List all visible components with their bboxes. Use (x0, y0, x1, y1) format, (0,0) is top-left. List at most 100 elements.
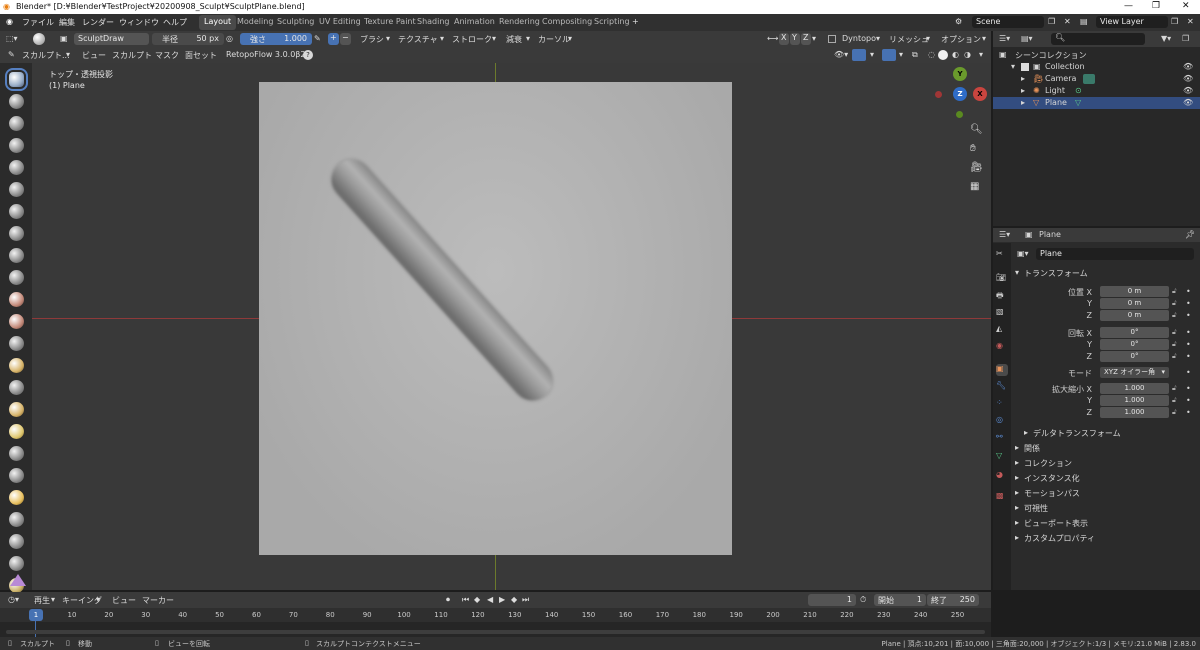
keyframe-dot[interactable]: • (1186, 396, 1191, 405)
view-layer-icon[interactable]: ▤ (1080, 17, 1088, 26)
menu-timeline-view[interactable]: ビュー (112, 595, 136, 606)
camera-view-icon[interactable]: 🎥︎ (970, 162, 983, 173)
location-x-field[interactable]: 0 m (1100, 286, 1169, 297)
lock-icon[interactable]: 🔓︎ (1172, 352, 1177, 361)
rotation-mode-select[interactable]: XYZ オイラー角 ▾ (1100, 367, 1169, 378)
gizmo-y-axis[interactable]: Y (953, 67, 967, 81)
datablock-icon[interactable]: ▣▾ (1017, 249, 1029, 258)
symmetry-icon[interactable]: ⟷ (767, 34, 778, 43)
tab-sculpting[interactable]: Sculpting (272, 15, 319, 30)
object-tab-icon[interactable]: ▣ (996, 364, 1008, 376)
gizmo-toggle-icon[interactable] (852, 49, 866, 61)
brush-name-field[interactable]: SculptDraw (74, 33, 149, 45)
modifier-tab-icon[interactable]: 🔧︎ (996, 381, 1008, 393)
eye-icon[interactable]: 👁︎ (1183, 62, 1193, 71)
instancing-section[interactable]: インスタンス化 (1024, 473, 1080, 484)
close-icon[interactable]: ✕ (1182, 1, 1190, 11)
keyframe-dot[interactable]: • (1186, 384, 1191, 393)
tool-grab-icon[interactable] (9, 402, 24, 417)
expand-icon[interactable]: ▸ (1015, 488, 1019, 497)
menu-brush[interactable]: ブラシ (360, 34, 384, 45)
prev-key-icon[interactable]: ◆ (474, 595, 480, 604)
menu-stroke[interactable]: ストローク (452, 34, 492, 45)
new-collection-icon[interactable]: ❐ (1182, 34, 1189, 43)
relations-section[interactable]: 関係 (1024, 443, 1040, 454)
menu-sculpt[interactable]: スカルプト (112, 50, 152, 61)
tool-crease-icon[interactable] (9, 248, 24, 263)
eye-icon[interactable]: 👁︎ (1183, 86, 1193, 95)
remesh-menu[interactable]: リメッシュ (889, 34, 929, 45)
pressure-icon[interactable]: ✎ (314, 34, 321, 43)
tool-clay-icon[interactable] (9, 116, 24, 131)
checkbox-icon[interactable] (1021, 63, 1029, 71)
lock-icon[interactable]: 🔓︎ (1172, 396, 1177, 405)
tool-pose-icon[interactable] (9, 490, 24, 505)
scene-tab-icon[interactable]: ◭ (996, 324, 1008, 336)
wireframe-shading-icon[interactable]: ◌ (928, 50, 935, 59)
delta-expand-icon[interactable]: ▸ (1024, 428, 1028, 437)
timeline-scrollbar[interactable] (6, 630, 985, 634)
pan-icon[interactable]: ✋︎ (970, 143, 976, 154)
lock-icon[interactable]: 🔓︎ (1172, 311, 1177, 320)
expand-icon[interactable]: ▾ (1011, 62, 1015, 71)
clock-icon[interactable]: ⏱ (860, 595, 866, 605)
outliner-editor-icon[interactable]: ☰▾ (999, 34, 1010, 43)
symmetry-dropdown-icon[interactable]: ▾ (812, 34, 816, 43)
output-tab-icon[interactable]: 🖶 (996, 290, 1008, 302)
record-icon[interactable]: ⏺ (446, 595, 450, 605)
keyframe-dot[interactable]: • (1186, 328, 1191, 337)
visibility-section[interactable]: 可視性 (1024, 503, 1048, 514)
outliner-scene-collection[interactable]: ▣ シーンコレクション (993, 49, 1200, 61)
properties-editor-icon[interactable]: ☰▾ (999, 230, 1010, 239)
gizmo-dropdown-icon[interactable]: ▾ (870, 50, 874, 59)
transform-header[interactable]: トランスフォーム (1024, 268, 1088, 279)
rotation-y-field[interactable]: 0° (1100, 339, 1169, 350)
eye-icon[interactable]: 👁︎ (1183, 74, 1193, 83)
overlay-dropdown-icon[interactable]: ▾ (899, 50, 903, 59)
material-shading-icon[interactable]: ◐ (952, 50, 959, 59)
menu-marker[interactable]: マーカー (142, 595, 174, 606)
add-workspace-icon[interactable]: + (632, 17, 639, 26)
direction-add-button[interactable]: + (328, 33, 339, 45)
tab-animation[interactable]: Animation (449, 15, 500, 30)
keyframe-dot[interactable]: • (1186, 352, 1191, 361)
brush-datablock-icon[interactable]: ▣ (60, 34, 68, 43)
blender-menu-icon[interactable]: ◉ (6, 17, 13, 26)
rotation-x-field[interactable]: 0° (1100, 327, 1169, 338)
mirror-x-toggle[interactable]: X (779, 33, 789, 45)
tool-slide-relax-icon[interactable] (9, 556, 24, 571)
tab-uv-editing[interactable]: UV Editing (314, 15, 366, 30)
gizmo-neg-x[interactable] (935, 91, 942, 98)
rendered-shading-icon[interactable]: ◑ (964, 50, 971, 59)
collections-section[interactable]: コレクション (1024, 458, 1072, 469)
lock-icon[interactable]: 🔓︎ (1172, 299, 1177, 308)
lock-icon[interactable]: 🔓︎ (1172, 287, 1177, 296)
particles-tab-icon[interactable]: ⁘ (996, 398, 1008, 410)
outliner-item-camera[interactable]: ▸ 🎥︎ Camera 👁︎ (993, 73, 1200, 85)
expand-icon[interactable]: ▸ (1015, 443, 1019, 452)
display-mode-icon[interactable]: ▤▾ (1021, 34, 1033, 43)
timeline-editor-icon[interactable]: ◷▾ (8, 595, 19, 604)
lock-icon[interactable]: 🔓︎ (1172, 340, 1177, 349)
constraints-tab-icon[interactable]: ⚯ (996, 432, 1008, 444)
tool-tab-icon[interactable]: ✂ (996, 249, 1008, 261)
scale-z-field[interactable]: 1.000 (1100, 407, 1169, 418)
xray-icon[interactable]: ⧉ (912, 50, 918, 60)
tool-thumb-icon[interactable] (9, 468, 24, 483)
tool-inflate-icon[interactable] (9, 204, 24, 219)
menu-file[interactable]: ファイル (22, 17, 54, 28)
material-tab-icon[interactable]: ◕ (996, 470, 1008, 482)
menu-mask[interactable]: マスク (155, 50, 179, 61)
radius-field[interactable]: 半径 50 px (152, 33, 224, 45)
play-icon[interactable]: ▶ (499, 595, 505, 604)
scale-x-field[interactable]: 1.000 (1100, 383, 1169, 394)
tab-layout[interactable]: Layout (199, 15, 237, 30)
expand-icon[interactable]: ▸ (1015, 503, 1019, 512)
menu-face-sets[interactable]: 面セット (185, 50, 217, 61)
gizmo-x-axis[interactable]: X (973, 87, 987, 101)
pin-icon[interactable]: 📌︎ (1185, 230, 1195, 239)
strength-field[interactable]: 強さ 1.000 (240, 33, 312, 45)
eye-icon[interactable]: 👁︎ (1183, 98, 1193, 107)
outliner-search-input[interactable]: 🔍︎ (1051, 33, 1145, 45)
render-tab-icon[interactable]: 📷︎ (996, 273, 1008, 285)
